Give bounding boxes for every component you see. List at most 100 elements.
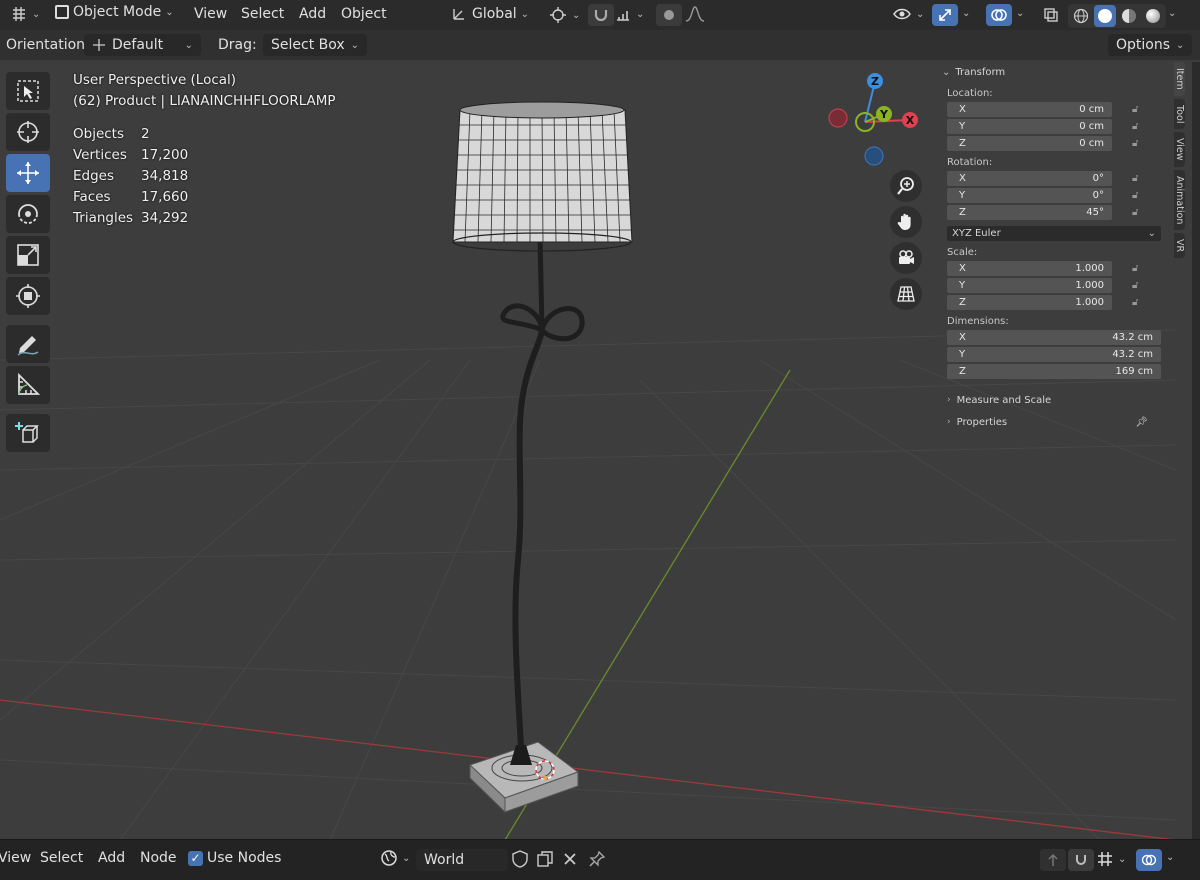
lock-icon[interactable]: 🔓︎ xyxy=(1132,263,1138,274)
xray-toggle[interactable] xyxy=(1038,4,1064,26)
transform-orientation-dropdown[interactable]: Global ⌄ xyxy=(450,5,529,23)
pin-button[interactable] xyxy=(588,850,606,868)
lock-icon[interactable]: 🔓︎ xyxy=(1132,190,1138,201)
visibility-dropdown[interactable]: ⌄ xyxy=(892,5,924,23)
menu-view[interactable]: View xyxy=(194,6,227,22)
pivot-point-dropdown[interactable]: ⌄ xyxy=(548,5,580,25)
lock-icon[interactable]: 🔓︎ xyxy=(1132,121,1138,132)
move-tool[interactable] xyxy=(6,154,50,192)
tab-animation[interactable]: Animation xyxy=(1174,169,1185,231)
options-dropdown[interactable]: Options ⌄ xyxy=(1108,34,1193,56)
lock-icon[interactable]: 🔓︎ xyxy=(1132,104,1138,115)
active-object-info: (62) Product | LIANAINCHHFLOORLAMP xyxy=(73,93,336,109)
lock-icon[interactable]: 🔓︎ xyxy=(1132,280,1138,291)
world-name-field[interactable]: World xyxy=(416,849,508,871)
transform-tool[interactable] xyxy=(6,277,50,315)
dimensions-x-field[interactable]: X 43.2 cm xyxy=(947,329,1161,345)
transform-icon xyxy=(16,284,40,308)
parent-node-button[interactable] xyxy=(1040,849,1066,871)
location-z-field[interactable]: Z 0 cm xyxy=(947,135,1112,151)
mode-dropdown[interactable]: Object Mode ⌄ xyxy=(55,4,174,20)
falloff-dropdown[interactable] xyxy=(684,5,706,23)
rotation-mode-dropdown[interactable]: XYZ Euler ⌄ xyxy=(947,226,1161,241)
unlink-x-icon[interactable] xyxy=(562,851,578,867)
proportional-editing-toggle[interactable] xyxy=(656,4,682,26)
location-x-field[interactable]: X 0 cm xyxy=(947,101,1112,117)
bottom-overlays-toggle[interactable] xyxy=(1136,849,1162,871)
gizmo-x-label: X xyxy=(906,114,915,127)
chevron-down-icon[interactable]: ⌄ xyxy=(1016,8,1024,19)
axis-label: Z xyxy=(959,365,966,377)
select-box-tool[interactable] xyxy=(6,72,50,110)
world-browse-dropdown[interactable]: ⌄ xyxy=(380,849,410,867)
overlays-toggle[interactable] xyxy=(986,4,1012,26)
chevron-down-icon[interactable]: ⌄ xyxy=(1166,852,1174,863)
editor-type-button[interactable]: ⌄ xyxy=(10,5,40,23)
drag-setting-dropdown[interactable]: Select Box ⌄ xyxy=(263,34,368,56)
tab-item[interactable]: Item xyxy=(1174,62,1185,96)
scale-y-field[interactable]: Y 1.000 xyxy=(947,277,1112,293)
rendered-shading-button[interactable] xyxy=(1142,5,1164,27)
falloff-curve-icon xyxy=(685,6,705,22)
bottom-menu-view[interactable]: View xyxy=(0,850,31,866)
bottom-menu-node[interactable]: Node xyxy=(140,850,177,866)
duplicate-icon[interactable] xyxy=(536,850,554,868)
lock-icon[interactable]: 🔓︎ xyxy=(1132,173,1138,184)
perspective-toggle-button[interactable] xyxy=(890,278,922,310)
world-name-value: World xyxy=(424,852,465,868)
lock-icon[interactable]: 🔓︎ xyxy=(1132,138,1138,149)
cursor-tool[interactable] xyxy=(6,113,50,151)
navigation-gizmo[interactable]: Z Y X xyxy=(820,65,930,175)
bottom-snap-toggle[interactable] xyxy=(1068,849,1094,871)
pan-button[interactable] xyxy=(890,206,922,238)
annotate-tool[interactable] xyxy=(6,325,50,363)
dimensions-y-field[interactable]: Y 43.2 cm xyxy=(947,346,1161,362)
measure-and-scale-panel[interactable]: › Measure and Scale xyxy=(947,389,1168,411)
dimensions-z-field[interactable]: Z 169 cm xyxy=(947,363,1161,379)
checkbox-checked-icon: ✓ xyxy=(188,850,203,866)
lock-icon[interactable]: 🔓︎ xyxy=(1132,207,1138,218)
rotation-x-field[interactable]: X 0° xyxy=(947,170,1112,186)
add-cube-tool[interactable] xyxy=(6,414,50,452)
scale-tool[interactable] xyxy=(6,236,50,274)
field-value: 0° xyxy=(1092,189,1104,201)
rotation-y-field[interactable]: Y 0° xyxy=(947,187,1112,203)
rotate-tool[interactable] xyxy=(6,195,50,233)
use-nodes-checkbox[interactable]: ✓ Use Nodes xyxy=(188,850,281,866)
orientation-setting-dropdown[interactable]: Default ⌄ xyxy=(84,34,201,56)
lock-icon[interactable]: 🔓︎ xyxy=(1132,297,1138,308)
gizmo-neg-x-handle[interactable] xyxy=(828,108,848,128)
zoom-button[interactable] xyxy=(890,170,922,202)
scale-z-field[interactable]: Z 1.000 xyxy=(947,294,1112,310)
snap-toggle[interactable] xyxy=(588,4,614,26)
tab-tool[interactable]: Tool xyxy=(1174,98,1185,130)
bottom-menu-select[interactable]: Select xyxy=(40,850,83,866)
menu-select[interactable]: Select xyxy=(241,6,284,22)
chevron-down-icon[interactable]: ⌄ xyxy=(962,8,970,19)
tab-vr[interactable]: VR xyxy=(1174,233,1185,259)
snap-target-dropdown[interactable]: ⌄ xyxy=(614,5,644,23)
fake-user-shield-icon[interactable] xyxy=(512,850,528,868)
gizmo-toggle[interactable] xyxy=(932,4,958,26)
gizmo-neg-z-handle[interactable] xyxy=(864,146,884,166)
tab-view[interactable]: View xyxy=(1174,132,1185,167)
wireframe-shading-button[interactable] xyxy=(1070,5,1092,27)
solid-shading-button[interactable] xyxy=(1094,5,1116,27)
field-value: 0 cm xyxy=(1079,120,1104,132)
menu-object[interactable]: Object xyxy=(341,6,387,22)
pin-icon[interactable]: 📌︎ xyxy=(1135,417,1148,428)
measure-tool[interactable] xyxy=(6,366,50,404)
field-value: 0 cm xyxy=(1079,103,1104,115)
location-y-field[interactable]: Y 0 cm xyxy=(947,118,1112,134)
rotation-z-field[interactable]: Z 45° xyxy=(947,204,1112,220)
scale-x-field[interactable]: X 1.000 xyxy=(947,260,1112,276)
menu-add[interactable]: Add xyxy=(299,6,326,22)
properties-panel[interactable]: › Properties 📌︎ xyxy=(947,411,1168,433)
bottom-menu-add[interactable]: Add xyxy=(98,850,125,866)
rotation-x-row: X 0° 🔓︎ xyxy=(942,170,1168,186)
camera-view-button[interactable] xyxy=(890,242,922,274)
chevron-down-icon[interactable]: ⌄ xyxy=(1168,8,1176,19)
transform-panel-header[interactable]: ⌄ Transform xyxy=(942,62,1168,82)
material-shading-button[interactable] xyxy=(1118,5,1140,27)
bottom-snap-target-dropdown[interactable]: ⌄ xyxy=(1096,850,1126,868)
